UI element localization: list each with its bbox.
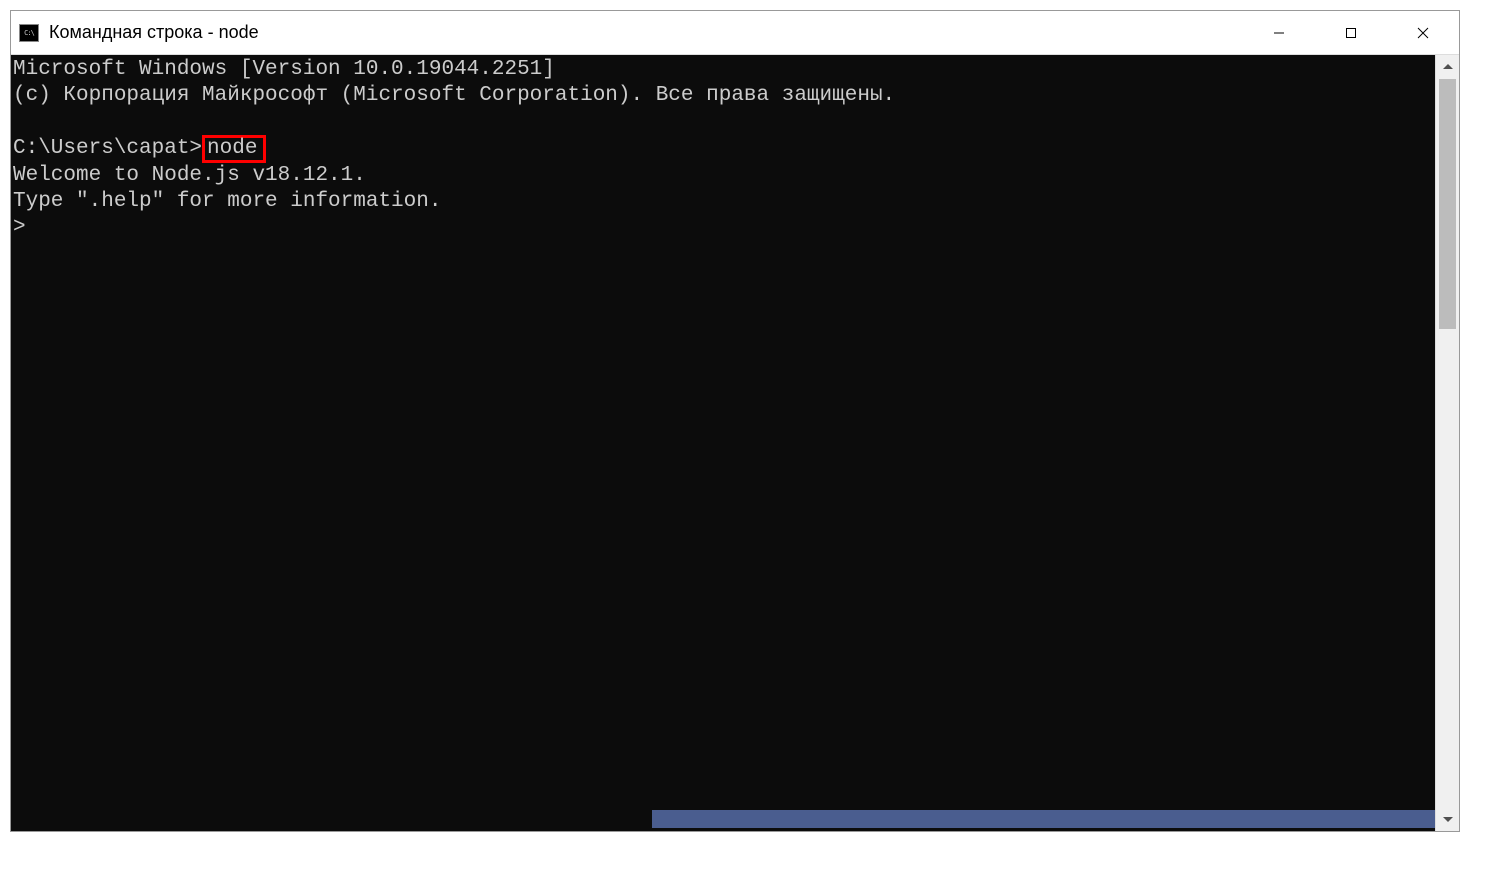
window-title: Командная строка - node — [49, 22, 1243, 43]
h-scroll-thumb[interactable] — [652, 810, 1435, 828]
terminal-line: Microsoft Windows [Version 10.0.19044.22… — [13, 58, 555, 81]
titlebar: Командная строка - node — [11, 11, 1459, 55]
terminal-line: Welcome to Node.js v18.12.1. — [13, 164, 366, 187]
horizontal-scrollbar[interactable] — [11, 807, 1435, 831]
scroll-up-arrow[interactable] — [1436, 55, 1459, 79]
content-wrapper: Microsoft Windows [Version 10.0.19044.22… — [11, 55, 1459, 831]
scroll-track[interactable] — [1436, 79, 1459, 807]
scroll-thumb[interactable] — [1439, 79, 1456, 329]
vertical-scrollbar[interactable] — [1435, 55, 1459, 831]
terminal-output[interactable]: Microsoft Windows [Version 10.0.19044.22… — [11, 55, 1435, 831]
chevron-up-icon — [1443, 64, 1453, 70]
prompt-path: C:\Users\capat> — [13, 137, 202, 160]
chevron-down-icon — [1443, 816, 1453, 822]
repl-prompt: > — [13, 216, 38, 239]
minimize-button[interactable] — [1243, 11, 1315, 54]
terminal-line: (c) Корпорация Майкрософт (Microsoft Cor… — [13, 84, 895, 107]
minimize-icon — [1272, 26, 1286, 40]
close-icon — [1416, 26, 1430, 40]
terminal-prompt-line: C:\Users\capat>node — [13, 137, 266, 160]
cmd-icon — [19, 24, 39, 42]
highlighted-command: node — [202, 135, 266, 163]
scroll-down-arrow[interactable] — [1436, 807, 1459, 831]
terminal-line: Type ".help" for more information. — [13, 190, 441, 213]
window-controls — [1243, 11, 1459, 54]
h-scroll-track[interactable] — [11, 807, 1435, 831]
close-button[interactable] — [1387, 11, 1459, 54]
command-prompt-window: Командная строка - node Microsoft Window — [10, 10, 1460, 832]
maximize-icon — [1344, 26, 1358, 40]
maximize-button[interactable] — [1315, 11, 1387, 54]
